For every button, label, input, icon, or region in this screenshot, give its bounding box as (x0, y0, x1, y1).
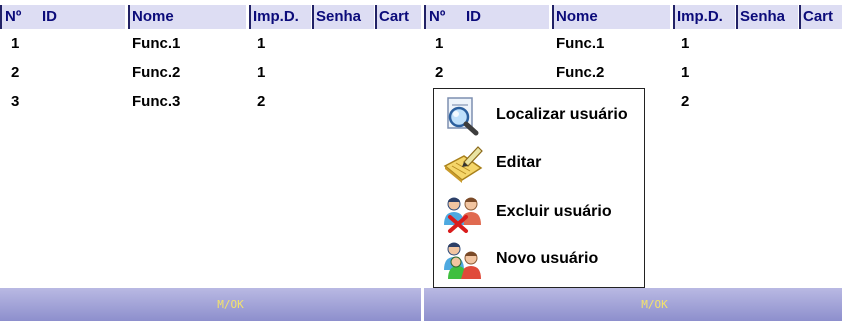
table-row[interactable]: 3 Func.3 2 (0, 91, 421, 113)
search-user-icon (447, 97, 479, 136)
column-header-no-id[interactable]: Nº ID (0, 5, 125, 29)
column-header-nome[interactable]: Nome (128, 5, 246, 29)
menu-item-label: Novo usuário (496, 250, 599, 267)
column-header-nome[interactable]: Nome (552, 5, 670, 29)
menu-item-label: Editar (496, 154, 542, 171)
menu-item-label: Localizar usuário (496, 106, 628, 123)
column-header-imp[interactable]: Imp.D. (673, 5, 735, 29)
column-header-no: Nº (5, 8, 22, 25)
cell-nome: Func.2 (556, 64, 605, 81)
cell-nome: Func.1 (556, 35, 605, 52)
cell-no: 2 (11, 64, 20, 81)
user-list-panel-left: Nº ID Nome Imp.D. Senha Cart 1 Func.1 1 … (0, 0, 421, 321)
table-row[interactable]: 2 Func.2 1 (0, 62, 421, 84)
table-row[interactable]: 1 Func.1 1 (424, 33, 842, 55)
status-bar: M/OK (0, 288, 421, 321)
cell-no: 2 (435, 64, 444, 81)
column-header-imp[interactable]: Imp.D. (249, 5, 311, 29)
cell-imp: 1 (257, 35, 266, 52)
context-menu: Localizar usuário Editar Excluir usuário (433, 88, 645, 288)
table-row[interactable]: 2 Func.2 1 (424, 62, 842, 84)
cell-no: 3 (11, 93, 20, 110)
column-header-senha[interactable]: Senha (312, 5, 374, 29)
cell-nome: Func.2 (132, 64, 181, 81)
cell-imp: 2 (681, 93, 690, 110)
menu-item-excluir-usuario[interactable]: Excluir usuário (434, 188, 644, 236)
status-bar: M/OK (424, 288, 842, 321)
menu-item-novo-usuario[interactable]: Novo usuário (434, 235, 644, 283)
cell-nome: Func.1 (132, 35, 181, 52)
menu-item-editar[interactable]: Editar (434, 139, 644, 187)
column-header-id: ID (466, 8, 481, 25)
column-header-senha[interactable]: Senha (736, 5, 798, 29)
cell-imp: 2 (257, 93, 266, 110)
edit-icon (443, 146, 483, 183)
delete-user-icon (444, 197, 481, 233)
cell-imp: 1 (681, 35, 690, 52)
new-user-icon (444, 242, 481, 279)
cell-imp: 1 (257, 64, 266, 81)
cell-no: 1 (11, 35, 20, 52)
cell-no: 1 (435, 35, 444, 52)
status-text: M/OK (217, 298, 244, 311)
column-header-no-id[interactable]: Nº ID (424, 5, 549, 29)
table-header: Nº ID Nome Imp.D. Senha Cart (424, 5, 842, 29)
status-text: M/OK (641, 298, 668, 311)
menu-item-localizar-usuario[interactable]: Localizar usuário (434, 91, 644, 139)
table-row[interactable]: 1 Func.1 1 (0, 33, 421, 55)
table-header: Nº ID Nome Imp.D. Senha Cart (0, 5, 421, 29)
column-header-no: Nº (429, 8, 446, 25)
cell-imp: 1 (681, 64, 690, 81)
cell-nome: Func.3 (132, 93, 181, 110)
column-header-cart[interactable]: Cart (799, 5, 842, 29)
column-header-id: ID (42, 8, 57, 25)
column-header-cart[interactable]: Cart (375, 5, 421, 29)
menu-item-label: Excluir usuário (496, 203, 612, 220)
